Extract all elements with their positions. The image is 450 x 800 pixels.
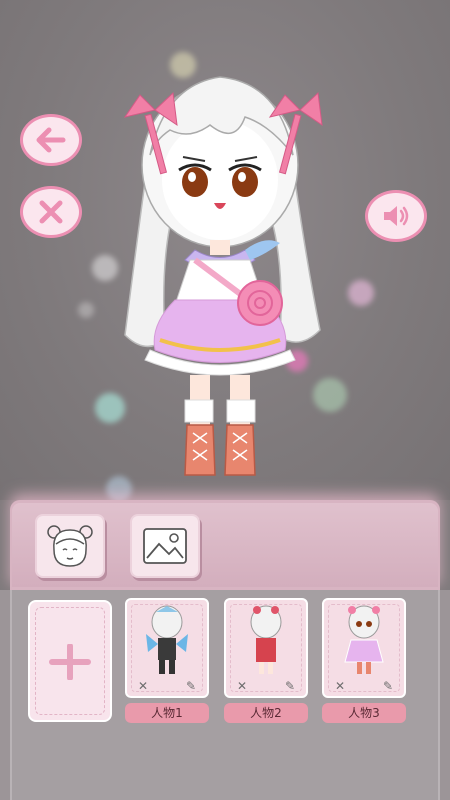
add-character-button[interactable] — [28, 600, 112, 722]
plus-icon — [49, 644, 91, 680]
speaker-icon — [384, 206, 409, 226]
delete-icon[interactable]: ✕ — [135, 679, 151, 693]
character-avatar[interactable] — [95, 55, 345, 495]
character-slot-2[interactable]: ✕ ✎ — [224, 598, 308, 698]
character-slot-3[interactable]: ✕ ✎ — [322, 598, 406, 698]
character-slot-1-label: 人物1 — [125, 703, 209, 723]
character-slot-2-label: 人物2 — [224, 703, 308, 723]
image-icon — [143, 528, 187, 564]
edit-icon[interactable]: ✎ — [282, 679, 298, 693]
character-thumbnail — [146, 605, 188, 674]
edit-icon[interactable]: ✎ — [380, 679, 396, 693]
character-face-icon — [47, 525, 93, 567]
arrow-left-icon — [36, 127, 66, 153]
back-button[interactable] — [20, 114, 82, 166]
character-thumbnail — [250, 605, 282, 674]
character-thumbnail — [344, 605, 384, 674]
tab-backgrounds[interactable] — [130, 514, 200, 578]
close-button[interactable] — [20, 186, 82, 238]
delete-icon[interactable]: ✕ — [332, 679, 348, 693]
edit-icon[interactable]: ✎ — [183, 679, 199, 693]
character-slot-3-label: 人物3 — [322, 703, 406, 723]
close-icon — [39, 200, 63, 224]
character-slot-1[interactable]: ✕ ✎ — [125, 598, 209, 698]
delete-icon[interactable]: ✕ — [234, 679, 250, 693]
sound-button[interactable] — [365, 190, 427, 242]
tab-characters[interactable] — [35, 514, 105, 578]
